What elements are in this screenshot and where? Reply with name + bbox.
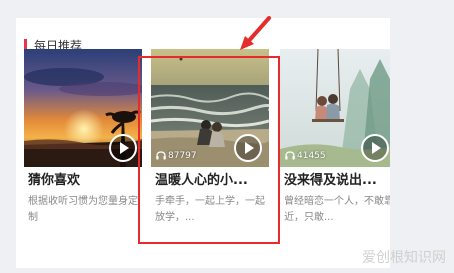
recommendation-title[interactable]: 猜你喜欢 xyxy=(28,172,146,190)
recommendation-description: 根据收听习惯为您量身定制 xyxy=(28,196,138,223)
play-icon[interactable] xyxy=(360,133,390,163)
recommendation-title[interactable]: 没来得及说出... xyxy=(284,172,390,190)
annotation-highlight-box xyxy=(138,56,280,244)
recommendation-description: 曾经暗恋一个人，不敢靠近，只敢... xyxy=(284,196,390,223)
play-icon[interactable] xyxy=(108,133,138,163)
recommendation-item-unspoken[interactable]: 41455 没来得及说出... 曾经暗恋一个人，不敢靠近，只敢... xyxy=(280,49,390,239)
headphone-icon xyxy=(285,151,295,160)
recommendation-thumbnail[interactable]: 41455 xyxy=(280,49,390,167)
annotation-arrow-icon xyxy=(240,16,271,50)
watermark: 爱创根知识网 xyxy=(362,250,446,266)
recommendation-thumbnail[interactable] xyxy=(24,49,142,167)
recommendation-item-guess-you-like[interactable]: 猜你喜欢 根据收听习惯为您量身定制 xyxy=(24,49,142,239)
play-count: 41455 xyxy=(285,150,326,162)
play-count-value: 41455 xyxy=(297,151,326,161)
